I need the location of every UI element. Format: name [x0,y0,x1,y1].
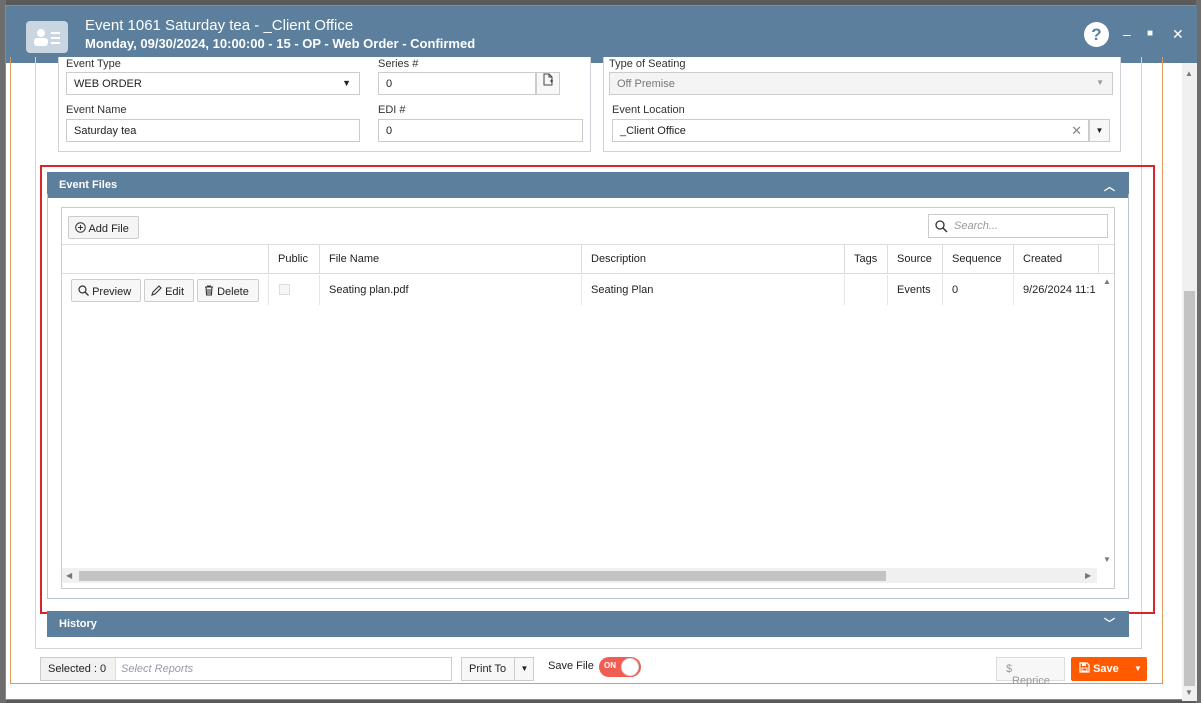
minimize-button[interactable]: – [1123,26,1131,42]
save-file-toggle[interactable]: ON [599,657,641,677]
edi-input[interactable]: 0 [378,119,583,142]
event-location-label: Event Location [612,104,685,116]
edi-label: EDI # [378,104,406,116]
event-type-value: WEB ORDER [74,78,142,90]
series-input[interactable]: 0 [378,72,536,95]
save-button[interactable]: Save ▼ [1071,657,1147,681]
maximize-button[interactable]: ■ [1147,26,1153,42]
highlight-box [40,165,1155,614]
event-name-label: Event Name [66,104,127,116]
scroll-up-icon[interactable]: ▲ [1185,69,1193,78]
chevron-down-icon[interactable]: ﹀ [1104,615,1115,631]
history-header[interactable]: History ﹀ [47,611,1129,637]
dialog-scrollbar[interactable]: ▲ ▼ [1182,63,1197,701]
print-to-label: Print To [469,663,507,675]
reprice-button[interactable]: $ Reprice [996,657,1065,687]
series-label: Series # [378,58,419,70]
event-location-value: _Client Office [620,125,686,137]
toggle-knob [621,658,639,676]
floppy-disk-icon [1079,662,1090,673]
scroll-down-icon[interactable]: ▼ [1185,688,1193,697]
event-name-input[interactable]: Saturday tea [66,119,360,142]
chevron-down-icon[interactable]: ▼ [1129,657,1147,681]
chevron-down-icon: ▼ [1096,78,1104,87]
scrollbar-thumb[interactable] [1184,291,1195,686]
report-selector[interactable]: Selected : 0 Select Reports [40,657,452,681]
type-of-seating-value: Off Premise [617,78,675,90]
chevron-down-icon: ▼ [342,78,351,88]
clear-icon[interactable]: ✕ [1071,123,1082,139]
type-of-seating-select[interactable]: Off Premise ▼ [609,72,1113,95]
print-to-button[interactable]: Print To ▼ [461,657,534,681]
select-reports-placeholder: Select Reports [121,663,194,675]
contact-card-icon [26,21,68,53]
save-label: Save [1093,663,1119,675]
event-type-label: Event Type [66,58,121,70]
event-location-input[interactable]: _Client Office ✕ [612,119,1089,142]
window-title: Event 1061 Saturday tea - _Client Office [85,17,354,34]
new-document-icon[interactable] [536,72,560,95]
dollar-icon: $ [1006,663,1013,675]
selected-count: Selected : 0 [41,658,116,680]
chevron-down-icon[interactable]: ▼ [1089,119,1110,142]
history-title: History [59,618,97,630]
save-file-label: Save File [548,660,594,672]
title-bar[interactable]: Event 1061 Saturday tea - _Client Office… [6,6,1197,63]
toggle-state: ON [604,661,616,670]
event-type-select[interactable]: WEB ORDER ▼ [66,72,360,95]
reprice-label: Reprice [1012,675,1050,687]
type-of-seating-label: Type of Seating [609,58,686,70]
window-subtitle: Monday, 09/30/2024, 10:00:00 - 15 - OP -… [85,36,476,51]
chevron-down-icon[interactable]: ▼ [514,658,534,680]
close-button[interactable]: ✕ [1172,26,1184,42]
help-icon[interactable]: ? [1084,22,1109,47]
